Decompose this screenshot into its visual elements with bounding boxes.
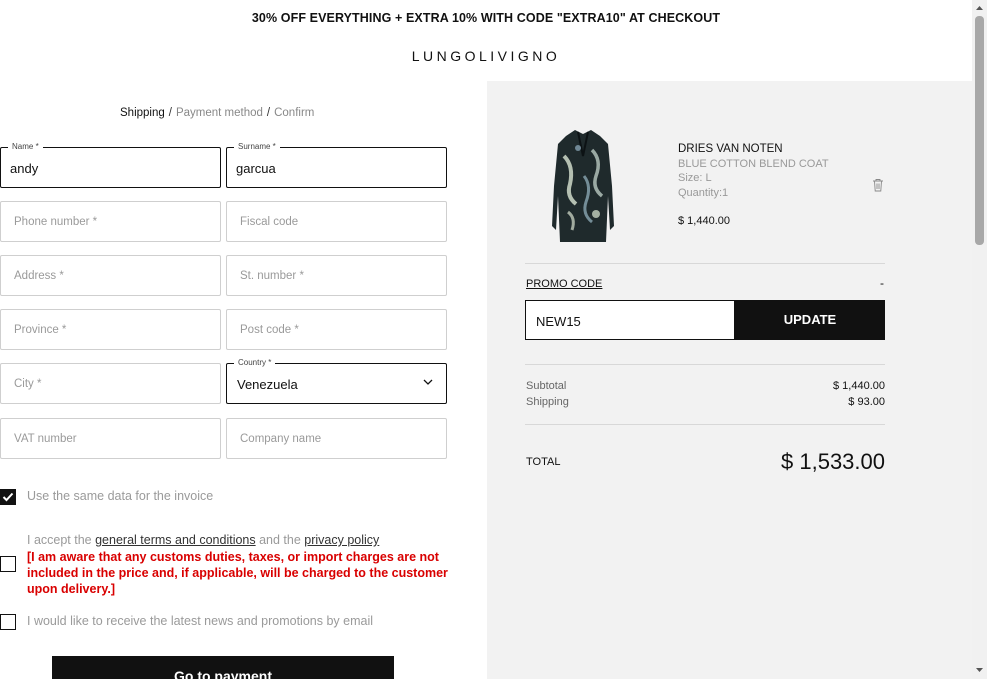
scroll-down-arrow-icon[interactable] [975,666,984,674]
promo-code-value: NEW15 [536,314,581,329]
divider [525,364,885,365]
shipping-label: Shipping [526,396,569,408]
country-select[interactable]: Country * Venezuela [226,358,447,404]
fiscal-code-placeholder: Fiscal code [240,216,299,228]
same-data-label: Use the same data for the invoice [27,489,214,503]
checkmark-icon [2,492,14,502]
promo-collapse-indicator[interactable]: - [880,276,884,290]
brand-logo[interactable]: LUNGOLIVIGNO [0,48,972,64]
terms-prefix: I accept the [27,533,96,547]
terms-checkbox[interactable] [0,556,16,572]
product-quantity: Quantity:1 [678,187,729,199]
product-size: Size: L [678,172,712,184]
address-field[interactable]: Address * [0,255,221,296]
update-promo-button[interactable]: UPDATE [735,300,885,340]
breadcrumb-separator: / [266,107,271,119]
breadcrumb: Shipping / Payment method / Confirm [120,107,314,119]
country-select-value: Venezuela [237,377,298,392]
name-field-label: Name * [8,142,43,151]
product-price: $ 1,440.00 [678,215,730,227]
name-field[interactable]: Name * andy [0,142,221,188]
surname-field-value: garcua [236,161,276,176]
go-to-payment-button[interactable]: Go to payment [52,656,394,679]
divider [525,424,885,425]
phone-field-placeholder: Phone number * [14,216,98,228]
province-field-placeholder: Province * [14,324,67,336]
terms-label: I accept the general terms and condition… [27,533,379,547]
same-data-checkbox[interactable] [0,489,16,505]
trash-icon[interactable] [872,178,884,192]
subtotal-label: Subtotal [526,380,567,392]
shipping-value: $ 93.00 [848,396,885,408]
postcode-field[interactable]: Post code * [226,309,447,350]
company-name-field[interactable]: Company name [226,418,447,459]
vat-number-placeholder: VAT number [14,433,77,445]
street-number-field[interactable]: St. number * [226,255,447,296]
breadcrumb-confirm[interactable]: Confirm [274,107,314,119]
company-name-placeholder: Company name [240,433,322,445]
city-field[interactable]: City * [0,363,221,404]
subtotal-value: $ 1,440.00 [833,380,885,392]
privacy-link[interactable]: privacy policy [304,533,379,547]
product-image[interactable] [548,126,618,246]
scroll-up-arrow-icon[interactable] [975,4,984,12]
phone-field[interactable]: Phone number * [0,201,221,242]
breadcrumb-payment-method[interactable]: Payment method [176,107,263,119]
address-field-placeholder: Address * [14,270,64,282]
total-label: TOTAL [526,456,561,468]
product-brand: DRIES VAN NOTEN [678,143,783,155]
province-field[interactable]: Province * [0,309,221,350]
product-name: BLUE COTTON BLEND COAT [678,158,829,170]
postcode-field-placeholder: Post code * [240,324,299,336]
street-number-placeholder: St. number * [240,270,304,282]
surname-field-label: Surname * [234,142,280,151]
chevron-down-icon [423,379,433,385]
fiscal-code-field[interactable]: Fiscal code [226,201,447,242]
surname-field[interactable]: Surname * garcua [226,142,447,188]
name-field-value: andy [10,161,39,176]
city-field-placeholder: City * [14,378,42,390]
total-value: $ 1,533.00 [781,449,885,474]
newsletter-label: I would like to receive the latest news … [27,614,374,628]
vat-number-field[interactable]: VAT number [0,418,221,459]
breadcrumb-separator: / [168,107,172,119]
terms-middle: and the [255,533,305,547]
newsletter-checkbox[interactable] [0,614,16,630]
divider [525,263,885,264]
promo-banner: 30% OFF EVERYTHING + EXTRA 10% WITH CODE… [251,11,721,25]
terms-link[interactable]: general terms and conditions [95,533,256,547]
promo-code-toggle[interactable]: PROMO CODE [526,278,602,290]
country-select-label: Country * [234,358,276,367]
scrollbar-thumb[interactable] [975,16,984,245]
promo-code-input[interactable]: NEW15 [525,300,735,340]
customs-warning: [I am aware that any customs duties, tax… [27,550,448,596]
breadcrumb-shipping[interactable]: Shipping [120,107,165,119]
